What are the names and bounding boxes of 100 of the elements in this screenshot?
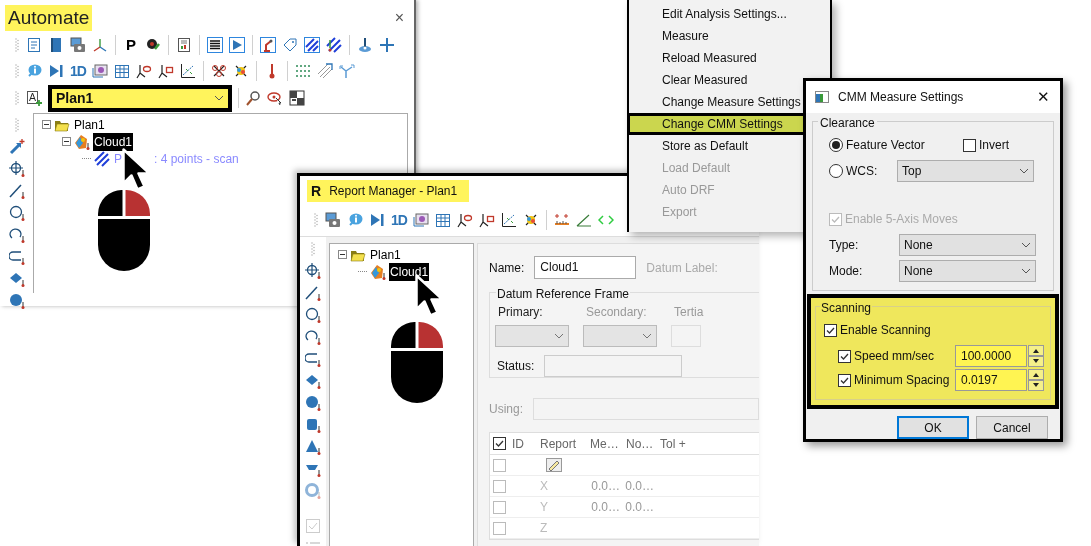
eye-pointer-icon[interactable] bbox=[267, 90, 283, 106]
using-field[interactable] bbox=[533, 398, 759, 420]
grip-handle[interactable] bbox=[310, 241, 316, 257]
radio-button[interactable] bbox=[829, 164, 843, 178]
crosshair-icon[interactable] bbox=[305, 263, 321, 279]
cluster-icon[interactable] bbox=[211, 63, 227, 79]
arrow-plus-icon[interactable] bbox=[8, 139, 25, 155]
slot-icon[interactable] bbox=[305, 351, 321, 367]
camera-icon[interactable] bbox=[325, 212, 341, 228]
book-icon[interactable] bbox=[48, 37, 64, 53]
number-field[interactable]: 100.0000 bbox=[955, 345, 1027, 367]
close-button[interactable]: ✕ bbox=[1037, 85, 1050, 109]
toggle-icon[interactable] bbox=[289, 90, 305, 106]
checkbox[interactable] bbox=[492, 500, 506, 514]
radio-button[interactable] bbox=[829, 138, 843, 152]
toolbar-button[interactable]: 1D bbox=[391, 209, 407, 231]
cluster-icon[interactable] bbox=[233, 63, 249, 79]
axes-square-icon[interactable] bbox=[158, 63, 174, 79]
grip-handle[interactable] bbox=[14, 37, 20, 53]
info-bubble-icon[interactable] bbox=[26, 63, 42, 79]
hatched-square-icon[interactable] bbox=[304, 37, 320, 53]
tag-icon[interactable] bbox=[282, 37, 298, 53]
sphere-icon[interactable] bbox=[305, 395, 321, 411]
status-field[interactable] bbox=[544, 355, 683, 377]
plane-icon[interactable] bbox=[8, 271, 25, 287]
column-header[interactable]: Tol + bbox=[656, 434, 690, 453]
tree-item-label[interactable]: Plan1 bbox=[73, 115, 106, 134]
cone-icon[interactable] bbox=[305, 439, 321, 455]
step-forward-icon[interactable] bbox=[369, 212, 385, 228]
hatched-square-icon[interactable] bbox=[326, 37, 342, 53]
checkbox[interactable] bbox=[492, 479, 506, 493]
toolbar-button[interactable]: 1D bbox=[70, 60, 86, 82]
dropdown[interactable]: None bbox=[899, 234, 1036, 256]
close-button[interactable]: × bbox=[394, 6, 404, 30]
dialog-button[interactable]: Cancel bbox=[976, 416, 1048, 439]
axes-circle-icon[interactable] bbox=[136, 63, 152, 79]
menu-item[interactable]: Edit Analysis Settings... bbox=[629, 3, 830, 25]
plan-dropdown[interactable]: Plan1 bbox=[48, 84, 232, 112]
checkbox[interactable] bbox=[492, 458, 506, 472]
sphere-icon[interactable] bbox=[8, 293, 25, 309]
line-icon[interactable] bbox=[8, 183, 25, 199]
column-header[interactable]: No… bbox=[622, 434, 656, 453]
slot-icon[interactable] bbox=[8, 249, 25, 265]
column-header[interactable]: Report bbox=[536, 434, 586, 453]
grip-handle[interactable] bbox=[14, 63, 20, 79]
cylinder-icon[interactable] bbox=[305, 417, 321, 433]
toolbar-button[interactable]: P bbox=[123, 33, 139, 57]
axes-icon[interactable] bbox=[92, 37, 108, 53]
circle-icon[interactable] bbox=[8, 205, 25, 221]
checkbox[interactable] bbox=[824, 323, 837, 337]
search-icon[interactable] bbox=[245, 90, 261, 106]
diagonal-arrow-icon[interactable] bbox=[317, 63, 333, 79]
circle-icon[interactable] bbox=[305, 307, 321, 323]
list-icon[interactable] bbox=[207, 37, 223, 53]
line-icon[interactable] bbox=[305, 285, 321, 301]
checkbox[interactable] bbox=[492, 437, 506, 450]
checkbox[interactable] bbox=[838, 349, 851, 363]
menu-item[interactable]: Reload Measured bbox=[629, 47, 830, 69]
checkbox[interactable] bbox=[492, 521, 506, 535]
checkbox[interactable] bbox=[838, 373, 851, 387]
step-forward-icon[interactable] bbox=[48, 63, 64, 79]
info-bubble-icon[interactable] bbox=[347, 212, 363, 228]
column-header[interactable]: ID bbox=[508, 434, 536, 453]
tree-item-label[interactable]: Plan1 bbox=[369, 245, 402, 264]
text-add-icon[interactable] bbox=[26, 90, 42, 106]
grip-handle[interactable] bbox=[13, 117, 20, 133]
checkbox[interactable] bbox=[963, 138, 976, 152]
name-field[interactable]: Cloud1 bbox=[534, 256, 637, 279]
camera-icon[interactable] bbox=[70, 37, 86, 53]
number-field[interactable]: 0.0197 bbox=[955, 369, 1027, 391]
chart-icon[interactable] bbox=[501, 212, 517, 228]
angle-icon[interactable] bbox=[576, 212, 592, 228]
tree-item-label[interactable]: Cloud1 bbox=[389, 262, 430, 281]
checkbox[interactable] bbox=[829, 212, 842, 226]
collapse-icon[interactable] bbox=[42, 120, 51, 129]
image-icon[interactable] bbox=[92, 63, 108, 79]
report-icon[interactable] bbox=[176, 37, 192, 53]
dropdown[interactable]: None bbox=[899, 260, 1036, 282]
collapse-icon[interactable] bbox=[338, 250, 348, 259]
grip-handle[interactable] bbox=[313, 212, 319, 228]
arc-icon[interactable] bbox=[8, 227, 25, 243]
document-icon[interactable] bbox=[26, 37, 42, 53]
cluster-icon[interactable] bbox=[523, 212, 539, 228]
spinner-icon[interactable] bbox=[1028, 369, 1044, 391]
plane-icon[interactable] bbox=[305, 373, 321, 389]
branch-arrows-icon[interactable] bbox=[339, 63, 355, 79]
axes-square-icon[interactable] bbox=[479, 212, 495, 228]
tree-item-label[interactable]: Cloud1 bbox=[93, 132, 134, 151]
robot-arm-icon[interactable] bbox=[260, 37, 276, 53]
dropdown[interactable]: Top bbox=[897, 160, 1034, 182]
menu-item[interactable]: Measure bbox=[629, 25, 830, 47]
table-icon[interactable] bbox=[435, 212, 451, 228]
arc-icon[interactable] bbox=[305, 329, 321, 345]
crosshair-icon[interactable] bbox=[8, 161, 25, 177]
collapse-icon[interactable] bbox=[62, 137, 71, 146]
probe-icon[interactable] bbox=[357, 37, 373, 53]
dialog-button[interactable]: OK bbox=[897, 416, 969, 439]
chart-icon[interactable] bbox=[180, 63, 196, 79]
axes-circle-icon[interactable] bbox=[457, 212, 473, 228]
spinner-icon[interactable] bbox=[1028, 345, 1044, 367]
